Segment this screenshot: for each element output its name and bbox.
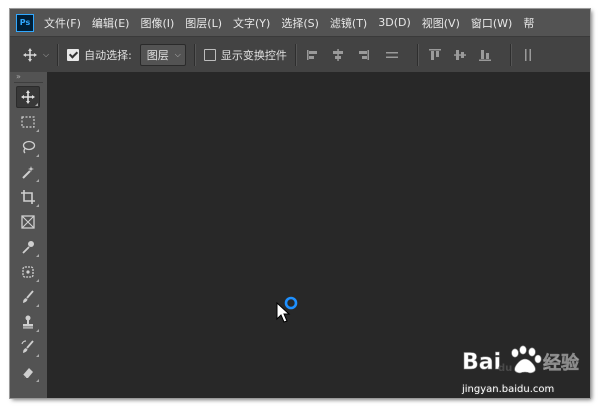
- distribute-vertically-icon[interactable]: [520, 47, 536, 63]
- auto-select-checkbox[interactable]: [67, 49, 80, 61]
- auto-select-target-value: 图层: [146, 49, 169, 62]
- busy-cursor-icon: [276, 296, 298, 323]
- divider: [294, 44, 297, 66]
- frame-tool-icon[interactable]: [16, 211, 40, 233]
- menu-filter[interactable]: 滤镜(T): [330, 15, 367, 31]
- divider: [416, 44, 419, 66]
- align-right-edges-icon[interactable]: [355, 47, 371, 63]
- tools-panel: »: [10, 72, 47, 398]
- align-bottom-edges-icon[interactable]: [477, 47, 493, 63]
- panel-grip-line: [14, 82, 43, 83]
- panel-collapse-icon[interactable]: »: [10, 72, 47, 82]
- auto-select-label: 自动选择:: [84, 49, 132, 62]
- chevron-down-icon: ⌵: [174, 50, 181, 59]
- chevron-down-icon: ⌵: [43, 50, 50, 59]
- magic-wand-tool-icon[interactable]: [16, 161, 40, 183]
- move-icon: [23, 48, 37, 62]
- menu-3d[interactable]: 3D(D): [378, 16, 411, 29]
- eyedropper-tool-icon[interactable]: [16, 236, 40, 258]
- align-vertical-centers-icon[interactable]: [452, 47, 468, 63]
- marquee-tool-icon[interactable]: [16, 111, 40, 133]
- menu-select[interactable]: 选择(S): [281, 15, 319, 31]
- show-transform-label: 显示变换控件: [220, 49, 287, 62]
- brush-tool-icon[interactable]: [16, 286, 40, 308]
- menu-help-truncated[interactable]: 帮: [523, 15, 534, 31]
- divider: [57, 44, 60, 66]
- photoshop-logo: Ps: [16, 13, 34, 32]
- divider: [193, 44, 196, 66]
- crop-tool-icon[interactable]: [16, 186, 40, 208]
- menu-window[interactable]: 窗口(W): [471, 15, 512, 31]
- lasso-tool-icon[interactable]: [16, 136, 40, 158]
- eraser-tool-icon[interactable]: [16, 361, 40, 383]
- menu-view[interactable]: 视图(V): [422, 15, 460, 31]
- menu-image[interactable]: 图像(I): [140, 15, 174, 31]
- distribute-horizontally-icon[interactable]: [384, 47, 400, 63]
- align-horizontal-centers-icon[interactable]: [330, 47, 346, 63]
- menu-type[interactable]: 文字(Y): [233, 15, 270, 31]
- history-brush-tool-icon[interactable]: [16, 336, 40, 358]
- svg-text:Bai: Bai: [462, 350, 501, 375]
- healing-brush-tool-icon[interactable]: [16, 261, 40, 283]
- clone-stamp-tool-icon[interactable]: [16, 311, 40, 333]
- tool-preset-picker[interactable]: ⌵: [22, 47, 49, 63]
- align-top-edges-icon[interactable]: [427, 47, 443, 63]
- show-transform-checkbox[interactable]: [203, 49, 216, 61]
- menu-edit[interactable]: 编辑(E): [92, 15, 130, 31]
- auto-select-target-dropdown[interactable]: 图层 ⌵: [139, 44, 186, 66]
- align-left-edges-icon[interactable]: [305, 47, 321, 63]
- menu-bar: Ps 文件(F) 编辑(E) 图像(I) 图层(L) 文字(Y) 选择(S) 滤…: [10, 9, 590, 36]
- divider: [509, 44, 512, 66]
- menu-layer[interactable]: 图层(L): [185, 15, 222, 31]
- svg-text:经验: 经验: [543, 352, 580, 374]
- watermark-url: jingyan.baidu.com: [462, 384, 555, 395]
- options-bar: ⌵ 自动选择: 图层 ⌵ 显示变换控件: [10, 36, 590, 74]
- photoshop-window: Ps 文件(F) 编辑(E) 图像(I) 图层(L) 文字(Y) 选择(S) 滤…: [10, 9, 590, 398]
- menu-file[interactable]: 文件(F): [44, 15, 81, 31]
- move-tool-icon[interactable]: [16, 86, 40, 108]
- svg-text:du: du: [498, 363, 512, 374]
